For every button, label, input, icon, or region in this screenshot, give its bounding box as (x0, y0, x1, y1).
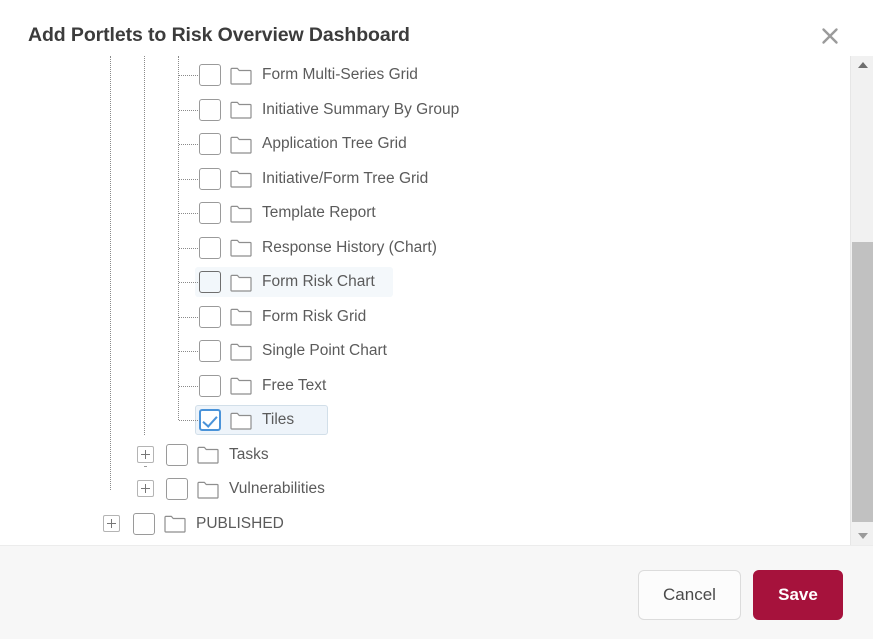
checkbox-unchecked[interactable] (199, 98, 221, 121)
tree-item-label: Tasks (229, 445, 269, 463)
tree-item-label: Form Risk Chart (262, 273, 375, 291)
save-button[interactable]: Save (753, 570, 843, 620)
tree-item-label: Single Point Chart (262, 342, 387, 360)
tree-elbow-connector (179, 247, 198, 249)
tree-item-content: Form Risk Grid (199, 305, 367, 328)
tree-item-row[interactable]: Form Risk Chart (0, 265, 393, 299)
tree-item-content: Free Text (199, 374, 327, 397)
tree-item-label: Tiles (262, 411, 295, 429)
tree-elbow-connector (179, 178, 198, 180)
tree-elbow-connector (179, 385, 198, 387)
checkbox-unchecked[interactable] (199, 340, 221, 362)
folder-icon (230, 342, 252, 361)
tree-item-row[interactable]: Tasks (0, 438, 269, 472)
tree-item-row[interactable]: Initiative Summary By Group (0, 93, 459, 127)
close-icon[interactable] (817, 23, 843, 49)
tree-item-content: Application Tree Grid (199, 133, 407, 155)
portlet-tree-panel: Form Multi-Series Grid Initiative Summary… (0, 56, 873, 545)
add-portlets-dialog: Add Portlets to Risk Overview Dashboard … (0, 0, 873, 639)
folder-icon (230, 204, 252, 223)
portlet-tree: Form Multi-Series Grid Initiative Summary… (0, 56, 850, 545)
tree-item-content: Template Report (199, 202, 376, 224)
page-title: Add Portlets to Risk Overview Dashboard (28, 24, 410, 46)
tree-item-content: Tiles (199, 409, 294, 431)
tree-item-row[interactable]: Tiles (0, 403, 328, 437)
tree-item-label: Template Report (262, 204, 376, 222)
tree-item-label: Application Tree Grid (262, 135, 407, 153)
tree-item-row[interactable]: PUBLISHED (0, 507, 284, 541)
dialog-footer: Cancel Save (0, 545, 873, 639)
tree-item-row[interactable]: Vulnerabilities (0, 472, 325, 506)
folder-icon (197, 445, 219, 464)
tree-item-content: Initiative Summary By Group (199, 98, 460, 121)
checkbox-unchecked[interactable] (199, 133, 221, 155)
folder-icon (230, 169, 252, 188)
tree-item-label: Free Text (262, 376, 327, 394)
checkbox-unchecked[interactable] (133, 512, 155, 535)
checkbox-unchecked[interactable] (199, 167, 221, 190)
cancel-button[interactable]: Cancel (638, 570, 741, 620)
folder-icon (230, 238, 252, 257)
checkbox-unchecked[interactable] (166, 443, 188, 466)
dialog-header: Add Portlets to Risk Overview Dashboard (0, 0, 873, 56)
checkbox-unchecked[interactable] (199, 305, 221, 328)
folder-icon (230, 273, 252, 292)
checkbox-unchecked[interactable] (199, 271, 221, 293)
checkbox-unchecked[interactable] (199, 374, 221, 397)
folder-icon (197, 480, 219, 499)
checkbox-unchecked[interactable] (199, 236, 221, 259)
folder-icon (230, 376, 252, 395)
folder-icon (230, 100, 252, 119)
tree-item-row[interactable]: Template Report (0, 196, 376, 230)
folder-icon (230, 66, 252, 85)
tree-elbow-connector (179, 316, 198, 318)
tree-elbow-connector (179, 109, 198, 111)
checkbox-unchecked[interactable] (166, 478, 188, 500)
tree-item-row[interactable]: Initiative/Form Tree Grid (0, 162, 428, 196)
tree-item-label: PUBLISHED (196, 514, 284, 532)
plus-expand-icon[interactable] (137, 445, 154, 463)
tree-item-label: Initiative Summary By Group (262, 100, 460, 118)
folder-icon (164, 514, 186, 533)
tree-elbow-connector (179, 213, 198, 214)
tree-item-label: Response History (Chart) (262, 238, 437, 256)
tree-elbow-connector (179, 420, 198, 421)
tree-item-content: Tasks (166, 443, 269, 466)
folder-icon (230, 307, 252, 326)
folder-icon (230, 411, 252, 430)
vertical-scrollbar[interactable] (850, 56, 873, 545)
folder-icon (230, 135, 252, 154)
tree-elbow-connector (179, 144, 198, 145)
tree-item-content: Form Risk Chart (199, 271, 375, 293)
tree-elbow-connector (179, 282, 198, 283)
scrollbar-thumb[interactable] (852, 242, 873, 522)
tree-item-label: Initiative/Form Tree Grid (262, 169, 429, 187)
scroll-down-arrow-icon[interactable] (851, 527, 873, 545)
scroll-up-arrow-icon[interactable] (851, 56, 873, 74)
plus-expand-icon[interactable] (103, 514, 120, 532)
tree-item-row[interactable]: Single Point Chart (0, 334, 387, 368)
plus-expand-icon[interactable] (137, 480, 154, 497)
tree-item-content: Initiative/Form Tree Grid (199, 167, 429, 190)
tree-item-label: Form Multi-Series Grid (262, 66, 418, 84)
tree-item-content: Form Multi-Series Grid (199, 64, 418, 86)
tree-item-content: Response History (Chart) (199, 236, 437, 259)
checkbox-unchecked[interactable] (199, 64, 221, 86)
tree-elbow-connector (179, 351, 198, 352)
tree-item-row[interactable]: Free Text (0, 369, 326, 403)
tree-line-fragment (144, 465, 147, 467)
tree-item-content: PUBLISHED (133, 512, 284, 535)
checkbox-checked[interactable] (199, 409, 221, 431)
tree-elbow-connector (179, 75, 198, 76)
tree-item-row[interactable]: Form Risk Grid (0, 300, 366, 334)
tree-item-content: Vulnerabilities (166, 478, 325, 500)
tree-item-label: Vulnerabilities (229, 480, 325, 498)
checkbox-unchecked[interactable] (199, 202, 221, 224)
tree-item-row[interactable]: Form Multi-Series Grid (0, 58, 418, 92)
tree-item-row[interactable]: Application Tree Grid (0, 127, 407, 161)
tree-item-label: Form Risk Grid (262, 307, 367, 325)
tree-item-row[interactable]: Response History (Chart) (0, 231, 437, 265)
tree-item-content: Single Point Chart (199, 340, 387, 362)
